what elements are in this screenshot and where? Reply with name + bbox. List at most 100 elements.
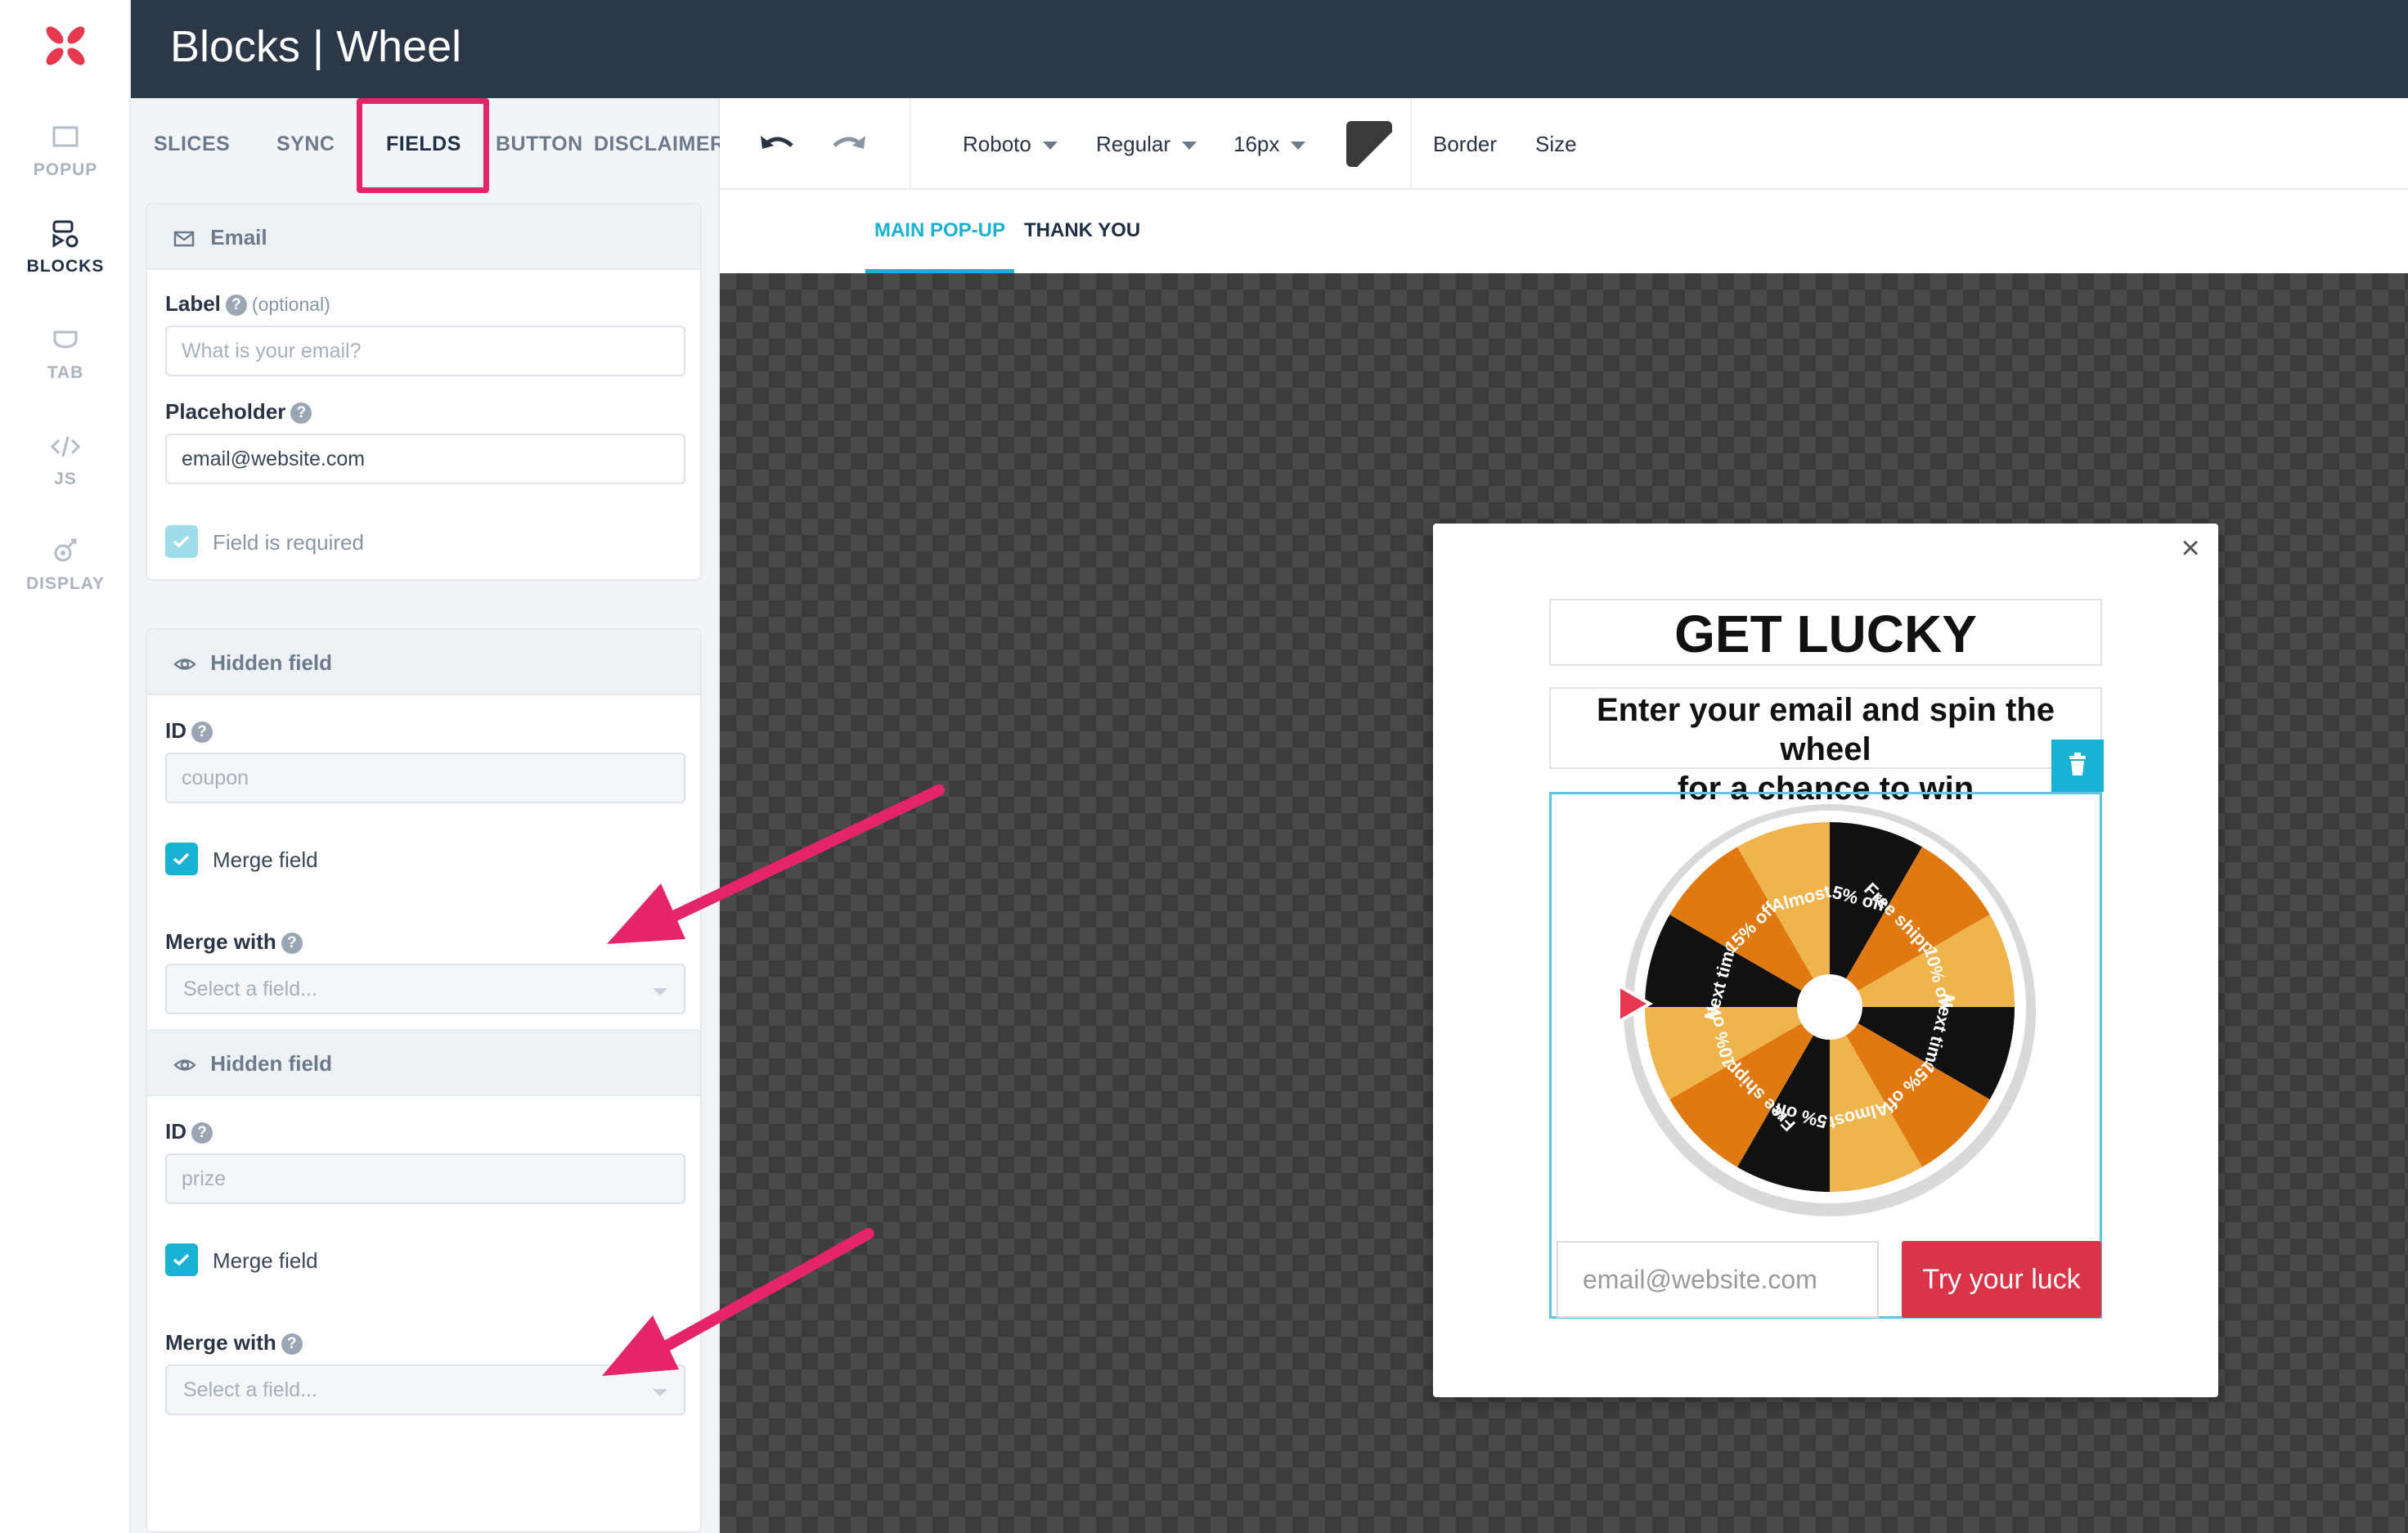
id-input-2[interactable]: prize bbox=[165, 1153, 685, 1204]
fields-tab-highlight bbox=[357, 98, 489, 193]
border-button[interactable]: Border bbox=[1433, 98, 1497, 190]
chevron-down-icon bbox=[1291, 142, 1306, 151]
id-text-2: ID bbox=[165, 1119, 186, 1144]
merge-with-placeholder-1: Select a field... bbox=[183, 978, 317, 1000]
left-rail: POPUP BLOCKS TAB JS DISPLAY bbox=[0, 0, 131, 1533]
annotation-arrow-2 bbox=[602, 1228, 874, 1376]
text-color-swatch[interactable] bbox=[1346, 121, 1392, 167]
merge-with-text-2: Merge with bbox=[165, 1330, 276, 1355]
merge-with-title-2: Merge with? bbox=[165, 1330, 303, 1355]
try-your-luck-button[interactable]: Try your luck bbox=[1902, 1241, 2101, 1318]
app: POPUP BLOCKS TAB JS DISPLAY Blocks | Whe… bbox=[0, 0, 2408, 1533]
tab-button[interactable]: BUTTON bbox=[496, 98, 583, 190]
rail-label-js: JS bbox=[54, 470, 77, 488]
toolbar-divider bbox=[1410, 98, 1412, 190]
rail-item-blocks[interactable]: BLOCKS bbox=[0, 219, 131, 276]
chevron-down-icon bbox=[1182, 142, 1197, 151]
delete-block-button[interactable] bbox=[2051, 740, 2104, 792]
editor-toolbar: Roboto Regular 16px Border Size bbox=[720, 98, 2408, 190]
hidden-field-header-2[interactable]: Hidden field bbox=[147, 1031, 700, 1096]
page-tabs: MAIN POP-UP THANK YOU bbox=[720, 190, 2408, 273]
undo-icon[interactable] bbox=[757, 128, 797, 160]
placeholder-text: Placeholder bbox=[165, 399, 286, 424]
wheel-block[interactable]: 5% off Free shipping 10% off Next time! 15% … bbox=[1549, 792, 2102, 1319]
id-title-1: ID? bbox=[165, 718, 213, 744]
chevron-down-icon bbox=[1042, 142, 1058, 151]
rail-item-js[interactable]: JS bbox=[0, 432, 131, 489]
tab-sync[interactable]: SYNC bbox=[276, 98, 335, 190]
id-title-2: ID? bbox=[165, 1119, 213, 1144]
rail-label-display: DISPLAY bbox=[25, 574, 106, 593]
popup-subtitle[interactable]: Enter your email and spin the wheel for … bbox=[1549, 687, 2102, 807]
merge-checkbox-1[interactable] bbox=[165, 843, 198, 875]
tab-slices[interactable]: SLICES bbox=[154, 98, 230, 190]
merge-label-2: Merge field bbox=[213, 1248, 318, 1273]
rail-item-tab[interactable]: TAB bbox=[0, 326, 131, 383]
merge-label-1: Merge field bbox=[213, 847, 318, 872]
email-placeholder-input[interactable]: email@website.com bbox=[165, 434, 685, 484]
code-icon bbox=[50, 436, 81, 457]
trash-icon bbox=[2069, 753, 2086, 775]
hidden-field-title-2: Hidden field bbox=[210, 1051, 333, 1076]
required-checkbox[interactable] bbox=[165, 525, 198, 558]
rail-label-popup: POPUP bbox=[33, 160, 98, 179]
eye-icon bbox=[173, 1059, 196, 1071]
hidden-field-title-1: Hidden field bbox=[210, 650, 333, 675]
tab-thank-you[interactable]: THANK YOU bbox=[1024, 190, 1140, 273]
popup-icon bbox=[52, 126, 79, 147]
redo-icon[interactable] bbox=[829, 128, 869, 160]
prize-wheel[interactable]: 5% offFree shipping10% offNext time!15% … bbox=[1617, 794, 2042, 1220]
help-icon[interactable]: ? bbox=[281, 1333, 303, 1355]
annotation-arrow-1 bbox=[607, 784, 945, 944]
blocks-icon bbox=[52, 220, 79, 248]
popup-email-input[interactable]: email@website.com bbox=[1557, 1241, 1879, 1318]
font-family-value: Roboto bbox=[963, 132, 1031, 156]
help-icon[interactable]: ? bbox=[290, 402, 312, 425]
help-icon[interactable]: ? bbox=[191, 722, 213, 744]
display-icon bbox=[54, 538, 77, 562]
wheel-hub bbox=[1797, 974, 1862, 1040]
checkmark-icon bbox=[173, 535, 190, 548]
email-card-header[interactable]: Email bbox=[147, 205, 700, 270]
hidden-field-header-1[interactable]: Hidden field bbox=[147, 630, 700, 695]
toolbar-divider bbox=[910, 98, 911, 190]
eye-icon bbox=[173, 659, 196, 670]
page-title: Blocks | Wheel bbox=[170, 22, 462, 71]
email-label-title: Label? (optional) bbox=[165, 291, 330, 317]
email-label-input[interactable]: What is your email? bbox=[165, 326, 685, 376]
close-icon[interactable]: × bbox=[2174, 532, 2207, 564]
required-label: Field is required bbox=[213, 530, 364, 555]
font-family-dropdown[interactable]: Roboto bbox=[963, 98, 1058, 190]
email-card-title: Email bbox=[210, 225, 267, 250]
merge-with-text-1: Merge with bbox=[165, 929, 276, 954]
font-size-value: 16px bbox=[1233, 132, 1280, 156]
font-weight-dropdown[interactable]: Regular bbox=[1096, 98, 1197, 190]
app-logo-icon[interactable] bbox=[41, 21, 90, 70]
help-icon[interactable]: ? bbox=[191, 1122, 213, 1144]
optional-note: (optional) bbox=[251, 294, 330, 315]
popup-preview: × GET LUCKY Enter your email and spin th… bbox=[1433, 524, 2218, 1397]
chevron-down-icon bbox=[653, 988, 667, 996]
merge-with-select-1[interactable]: Select a field... bbox=[165, 964, 685, 1014]
merge-checkbox-2[interactable] bbox=[165, 1243, 198, 1276]
title-bar: Blocks | Wheel bbox=[131, 0, 2408, 98]
email-card: Email Label? (optional) What is your emai… bbox=[146, 203, 702, 581]
panel-tabs: SLICES SYNC FIELDS BUTTON DISCLAIMER bbox=[131, 98, 725, 193]
envelope-icon bbox=[173, 231, 195, 247]
placeholder-title: Placeholder? bbox=[165, 399, 312, 425]
tab-disclaimer[interactable]: DISCLAIMER bbox=[594, 98, 726, 190]
rail-label-tab: TAB bbox=[47, 363, 84, 382]
tab-main-popup[interactable]: MAIN POP-UP bbox=[865, 190, 1014, 273]
font-weight-value: Regular bbox=[1096, 132, 1171, 156]
tab-icon bbox=[53, 330, 78, 348]
merge-with-placeholder-2: Select a field... bbox=[183, 1378, 317, 1401]
font-size-dropdown[interactable]: 16px bbox=[1233, 98, 1306, 190]
checkmark-icon bbox=[173, 852, 190, 865]
popup-title[interactable]: GET LUCKY bbox=[1549, 599, 2102, 666]
help-icon[interactable]: ? bbox=[225, 294, 247, 317]
rail-item-popup[interactable]: POPUP bbox=[0, 123, 131, 180]
size-button[interactable]: Size bbox=[1535, 98, 1577, 190]
popup-subtitle-line-1: Enter your email and spin the wheel bbox=[1596, 692, 2055, 767]
rail-item-display[interactable]: DISPLAY bbox=[0, 537, 131, 594]
help-icon[interactable]: ? bbox=[281, 933, 303, 955]
